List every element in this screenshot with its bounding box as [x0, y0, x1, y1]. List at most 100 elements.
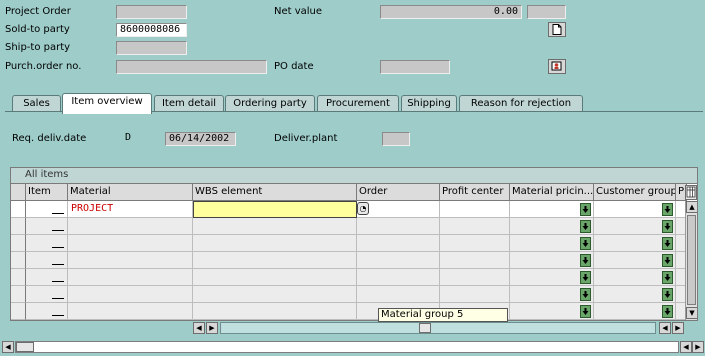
profit-center-cell[interactable] [440, 218, 510, 235]
dropdown-arrow-icon[interactable] [580, 271, 591, 284]
tab-item-overview[interactable]: Item overview [62, 93, 152, 114]
window-horizontal-scroll-thumb[interactable] [16, 342, 34, 352]
wbs-element-cell[interactable] [193, 201, 357, 218]
customer-group-cell[interactable] [594, 286, 676, 303]
customer-group-cell[interactable] [594, 235, 676, 252]
profit-center-cell[interactable] [440, 252, 510, 269]
material-pricing-cell[interactable] [510, 269, 594, 286]
column-header-profit-center[interactable]: Profit center [440, 184, 510, 201]
material-pricing-cell[interactable] [510, 218, 594, 235]
purch-order-field[interactable] [116, 60, 267, 74]
material-cell[interactable]: PROJECT [68, 201, 193, 218]
select-all-header[interactable] [11, 184, 26, 201]
dropdown-arrow-icon[interactable] [662, 254, 673, 267]
wbs-element-cell[interactable] [193, 303, 357, 320]
item-cell[interactable] [26, 252, 68, 269]
material-cell[interactable] [68, 286, 193, 303]
wbs-element-cell[interactable] [193, 218, 357, 235]
dropdown-arrow-icon[interactable] [662, 203, 673, 216]
column-header-item[interactable]: Item [26, 184, 68, 201]
item-cell[interactable] [26, 218, 68, 235]
item-cell[interactable] [26, 286, 68, 303]
profit-center-cell[interactable] [440, 269, 510, 286]
dropdown-arrow-icon[interactable] [662, 305, 673, 318]
window-scroll-left-button[interactable]: ◀ [2, 341, 14, 353]
grid-scroll-left-end-button[interactable]: ◀ [659, 322, 671, 334]
wbs-element-cell[interactable] [193, 286, 357, 303]
profit-center-cell[interactable] [440, 235, 510, 252]
material-pricing-cell[interactable] [510, 201, 594, 218]
deliver-plant-field[interactable] [382, 132, 410, 146]
wbs-element-cell[interactable] [193, 269, 357, 286]
order-cell[interactable] [357, 235, 440, 252]
dropdown-arrow-icon[interactable] [580, 220, 591, 233]
customer-group-cell[interactable] [594, 269, 676, 286]
order-cell[interactable] [357, 218, 440, 235]
sold-to-party-field[interactable]: 8600008086 [116, 23, 187, 37]
dropdown-arrow-icon[interactable] [580, 203, 591, 216]
material-cell[interactable] [68, 218, 193, 235]
vertical-scroll-thumb[interactable] [687, 215, 696, 305]
grid-horizontal-scrollbar[interactable] [220, 322, 656, 334]
project-order-field[interactable] [116, 5, 187, 19]
dropdown-arrow-icon[interactable] [662, 271, 673, 284]
profit-center-cell[interactable] [440, 286, 510, 303]
material-pricing-cell[interactable] [510, 235, 594, 252]
dropdown-arrow-icon[interactable] [580, 237, 591, 250]
row-selector[interactable] [11, 218, 26, 235]
scroll-up-button[interactable]: ▲ [686, 201, 697, 213]
row-selector[interactable] [11, 235, 26, 252]
order-cell[interactable] [357, 286, 440, 303]
window-horizontal-scrollbar[interactable] [15, 341, 679, 353]
row-selector[interactable] [11, 303, 26, 320]
table-settings-button[interactable] [685, 185, 697, 200]
window-scroll-left-end-button[interactable]: ◀ [680, 341, 692, 353]
partner-details-button[interactable] [548, 59, 566, 74]
order-search-icon[interactable]: ◔ [357, 202, 369, 215]
row-selector[interactable] [11, 286, 26, 303]
grid-scroll-right-small-button[interactable]: ▶ [206, 322, 218, 334]
dropdown-arrow-icon[interactable] [662, 288, 673, 301]
order-cell[interactable]: ◔ [357, 201, 440, 218]
profit-center-cell[interactable] [440, 201, 510, 218]
material-pricing-cell[interactable] [510, 303, 594, 320]
dropdown-arrow-icon[interactable] [662, 237, 673, 250]
dropdown-arrow-icon[interactable] [580, 254, 591, 267]
grid-horizontal-scroll-thumb[interactable] [419, 323, 431, 333]
grid-scroll-left-button[interactable]: ◀ [193, 322, 205, 334]
vertical-scrollbar[interactable]: ▲ ▼ [685, 201, 697, 320]
order-cell[interactable] [357, 269, 440, 286]
item-cell[interactable] [26, 303, 68, 320]
row-selector[interactable] [11, 201, 26, 218]
customer-group-cell[interactable] [594, 303, 676, 320]
order-cell[interactable] [357, 252, 440, 269]
row-selector[interactable] [11, 252, 26, 269]
dropdown-arrow-icon[interactable] [580, 288, 591, 301]
req-deliv-date-field[interactable]: 06/14/2002 [165, 132, 236, 146]
customer-group-cell[interactable] [594, 218, 676, 235]
wbs-element-cell[interactable] [193, 235, 357, 252]
material-cell[interactable] [68, 269, 193, 286]
column-header-order[interactable]: Order [357, 184, 440, 201]
dropdown-arrow-icon[interactable] [662, 220, 673, 233]
item-cell[interactable] [26, 235, 68, 252]
grid-scroll-right-button[interactable]: ▶ [672, 322, 684, 334]
item-cell[interactable] [26, 269, 68, 286]
customer-group-cell[interactable] [594, 201, 676, 218]
material-cell[interactable] [68, 252, 193, 269]
item-cell[interactable] [26, 201, 68, 218]
wbs-element-cell[interactable] [193, 252, 357, 269]
scroll-down-button[interactable]: ▼ [686, 307, 697, 319]
material-cell[interactable] [68, 303, 193, 320]
column-header-wbs-element[interactable]: WBS element [193, 184, 357, 201]
column-header-customer-group[interactable]: Customer group [594, 184, 676, 201]
customer-group-cell[interactable] [594, 252, 676, 269]
dropdown-arrow-icon[interactable] [580, 305, 591, 318]
document-button[interactable] [548, 22, 566, 37]
column-header-material[interactable]: Material [68, 184, 193, 201]
row-selector[interactable] [11, 269, 26, 286]
column-header-material-pricing[interactable]: Material pricin... [510, 184, 594, 201]
material-cell[interactable] [68, 235, 193, 252]
ship-to-party-field[interactable] [116, 41, 187, 55]
material-pricing-cell[interactable] [510, 252, 594, 269]
